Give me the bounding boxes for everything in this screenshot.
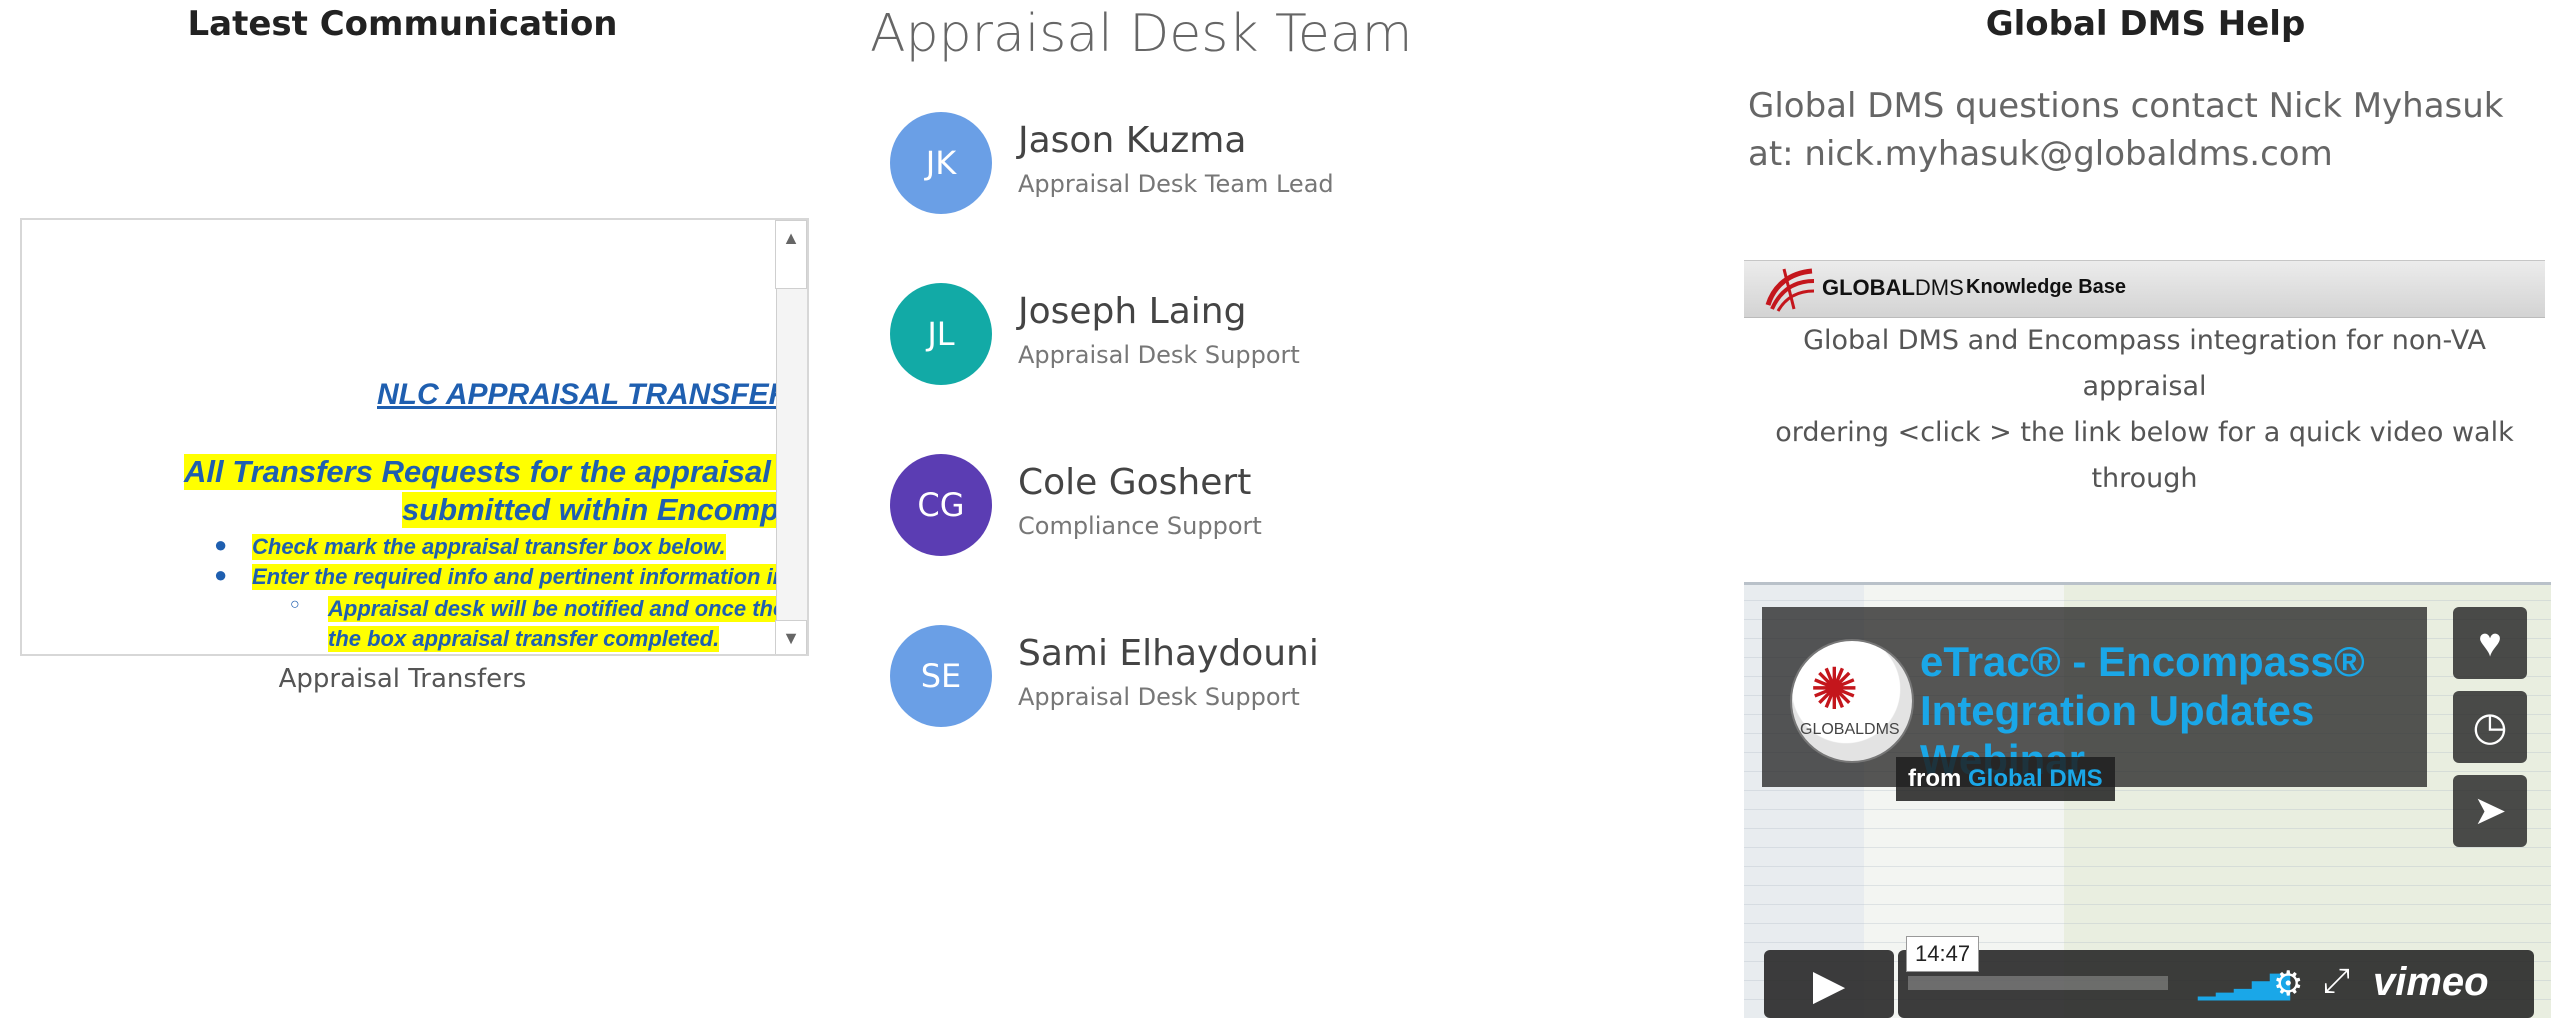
like-heart-icon[interactable]: ♥ [2453,607,2527,679]
document-scrollbar[interactable]: ▲ ▼ [775,220,807,654]
avatar: JL [890,283,992,385]
team-member[interactable]: CG Cole Goshert Compliance Support [890,454,1650,564]
contact-text: Global DMS questions contact Nick Myhasu… [1748,82,2504,178]
globaldms-logo: ✺ GLOBALDMS [1792,641,1912,761]
kb-title: Knowledge Base [1966,276,2127,298]
doc-heading-line2: submitted within Encompas [402,492,807,528]
team-member[interactable]: JL Joseph Laing Appraisal Desk Support [890,283,1650,393]
kb-logo-text: GLOBALDMS [1822,275,1964,301]
scroll-up-icon[interactable]: ▲ [775,220,807,256]
team-member[interactable]: SE Sami Elhaydouni Appraisal Desk Suppor… [890,625,1650,735]
logo-text: GLOBALDMS [1800,721,1900,738]
logo-bold: GLOBAL [1822,275,1915,300]
team-member[interactable]: JK Jason Kuzma Appraisal Desk Team Lead [890,112,1650,222]
bullet-dot-icon: ● [214,562,228,587]
contact-line-2[interactable]: at: nick.myhasuk@globaldms.com [1748,130,2504,178]
doc-bullet-2: Enter the required info and pertinent in… [252,564,807,590]
document-caption[interactable]: Appraisal Transfers [0,664,805,694]
scroll-down-icon[interactable]: ▼ [775,620,807,654]
settings-gear-icon[interactable]: ⚙ [2273,964,2303,1004]
video-byline: from Global DMS [1896,757,2115,801]
vimeo-logo[interactable]: vimeo [2373,960,2489,1005]
kb-description-line-2: ordering <click > the link below for a q… [1775,417,2514,494]
member-name: Joseph Laing [1018,291,1247,332]
globe-swoosh-icon: ✺ [1810,657,1859,722]
watch-later-clock-icon[interactable]: ◷ [2453,691,2527,763]
sub-bullet-circle-icon: ○ [290,596,300,613]
duration-badge: 14:47 [1906,936,1980,972]
kb-description-line-1: Global DMS and Encompass integration for… [1803,325,2486,402]
member-name: Sami Elhaydouni [1018,633,1319,674]
avatar: CG [890,454,992,556]
document-preview[interactable]: NLC APPRAISAL TRANSFER All Transfers Req… [20,218,809,656]
member-role: Appraisal Desk Support [1018,683,1300,711]
member-name: Jason Kuzma [1018,120,1247,161]
video-controls: ▶ ▁▂▃▅▇ ⚙ ⤢ vimeo 14:47 [1764,936,2534,1018]
member-name: Cole Goshert [1018,462,1252,503]
team-title: Appraisal Desk Team [870,4,1413,64]
fullscreen-icon[interactable]: ⤢ [2323,962,2350,1001]
latest-communication-heading: Latest Communication [187,4,618,44]
from-label: from [1908,765,1962,792]
global-dms-help-heading: Global DMS Help [1985,4,2306,44]
avatar: SE [890,625,992,727]
member-role: Compliance Support [1018,512,1262,540]
share-paper-plane-icon[interactable]: ➤ [2453,775,2527,847]
member-role: Appraisal Desk Support [1018,341,1300,369]
play-icon[interactable]: ▶ [1764,950,1894,1018]
doc-sub-bullet-line2: the box appraisal transfer completed. [328,626,720,652]
knowledge-base-banner[interactable]: GLOBALDMS Knowledge Base [1744,260,2545,318]
doc-title: NLC APPRAISAL TRANSFER [377,378,791,411]
kb-description: Global DMS and Encompass integration for… [1744,318,2545,502]
doc-sub-bullet-line1: Appraisal desk will be notified and once… [328,596,799,622]
channel-name[interactable]: Global DMS [1968,765,2103,792]
video-player[interactable]: ✺ GLOBALDMS eTrac® - Encompass® Integrat… [1744,582,2551,1018]
scroll-thumb[interactable] [775,254,807,289]
doc-heading-line1: All Transfers Requests for the appraisal… [184,454,807,490]
contact-line-1: Global DMS questions contact Nick Myhasu… [1748,86,2504,126]
latest-communication-panel: Latest Communication NLC APPRAISAL TRANS… [0,0,809,1015]
doc-bullet-1: Check mark the appraisal transfer box be… [252,534,726,560]
globaldms-logo-icon [1765,268,1815,312]
progress-track[interactable] [1908,976,2168,990]
member-role: Appraisal Desk Team Lead [1018,170,1334,198]
avatar: JK [890,112,992,214]
logo-thin: DMS [1914,275,1964,300]
bullet-dot-icon: ● [214,532,228,557]
control-bar: ▁▂▃▅▇ ⚙ ⤢ vimeo [1898,950,2534,1018]
